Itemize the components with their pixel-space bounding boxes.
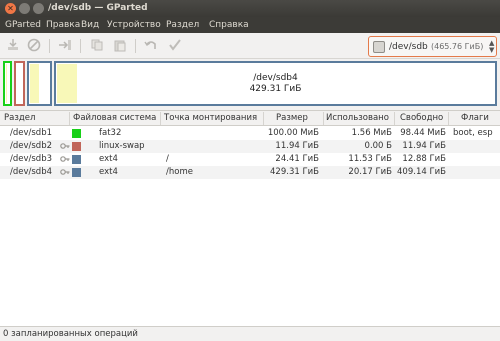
menu-device[interactable]: Устройство: [107, 20, 161, 30]
mountpoint-cell: /: [166, 154, 169, 164]
size-cell: 11.94 ГиБ: [275, 141, 319, 151]
key-lock-icon: [60, 168, 70, 176]
filesystem-cell: ext4: [99, 154, 118, 164]
menu-view[interactable]: Вид: [81, 20, 99, 30]
map-partition-sdb3[interactable]: [27, 61, 52, 106]
column-separator: [394, 112, 395, 125]
maximize-window-button[interactable]: [33, 3, 44, 14]
minimize-window-button[interactable]: [19, 3, 30, 14]
free-cell: 98.44 МиБ: [400, 128, 446, 138]
paste-icon[interactable]: [113, 38, 127, 52]
device-selector[interactable]: /dev/sdb (465.76 ГиБ) ▲ ▼: [368, 36, 497, 57]
filesystem-color-swatch: [72, 155, 81, 164]
partition-cell: /dev/sdb4: [10, 167, 53, 177]
column-header-free[interactable]: Свободно: [400, 113, 443, 123]
close-window-button[interactable]: ✕: [5, 3, 16, 14]
filesystem-cell: linux-swap: [99, 141, 145, 151]
column-separator: [69, 112, 70, 125]
table-row[interactable]: /dev/sdb2 linux-swap 11.94 ГиБ 0.00 Б 11.94 …: [0, 140, 500, 153]
filesystem-cell: fat32: [99, 128, 122, 138]
partition-cell: /dev/sdb1: [10, 128, 53, 138]
key-lock-icon: [60, 142, 70, 150]
mountpoint-cell: /home: [166, 167, 193, 177]
window-title: /dev/sdb — GParted: [48, 3, 148, 13]
undo-icon[interactable]: [144, 38, 158, 52]
used-cell: 1.56 МиБ: [351, 128, 392, 138]
map-used-space: [6, 64, 7, 103]
map-partition-sdb4[interactable]: /dev/sdb4 429.31 ГиБ: [54, 61, 497, 106]
menu-gparted[interactable]: GParted: [5, 20, 41, 30]
free-cell: 12.88 ГиБ: [402, 154, 446, 164]
column-header-size[interactable]: Размер: [276, 113, 308, 123]
free-cell: 409.14 ГиБ: [397, 167, 446, 177]
size-cell: 100.00 МиБ: [267, 128, 319, 138]
size-cell: 24.41 ГиБ: [275, 154, 319, 164]
toolbar-separator: [135, 39, 136, 53]
pending-operations-status: 0 запланированных операций: [3, 329, 138, 339]
menu-bar: GParted Правка Вид Устройство Раздел Спр…: [0, 17, 500, 33]
column-separator: [263, 112, 264, 125]
column-separator: [323, 112, 324, 125]
toolbar-separator: [80, 39, 81, 53]
filesystem-cell: ext4: [99, 167, 118, 177]
partition-map: /dev/sdb4 429.31 ГиБ: [3, 61, 497, 106]
filesystem-color-swatch: [72, 129, 81, 138]
device-name: /dev/sdb: [389, 42, 428, 52]
map-partition-size: 429.31 ГиБ: [249, 84, 302, 94]
filesystem-color-swatch: [72, 168, 81, 177]
table-row[interactable]: /dev/sdb1 fat32 100.00 МиБ 1.56 МиБ 98.44 Ми…: [0, 127, 500, 140]
map-partition-sdb1[interactable]: [3, 61, 12, 106]
harddisk-icon: [373, 41, 385, 53]
free-cell: 11.94 ГиБ: [402, 141, 446, 151]
table-header: Раздел Файловая система Точка монтирован…: [0, 111, 500, 126]
menu-help[interactable]: Справка: [209, 20, 249, 30]
table-row[interactable]: /dev/sdb4 ext4/home 429.31 ГиБ 20.17 ГиБ 409…: [0, 166, 500, 179]
column-header-flags[interactable]: Флаги: [461, 113, 489, 123]
partition-cell: /dev/sdb2: [10, 141, 53, 151]
used-cell: 20.17 ГиБ: [348, 167, 392, 177]
filesystem-color-swatch: [72, 142, 81, 151]
key-lock-icon: [60, 155, 70, 163]
column-separator: [160, 112, 161, 125]
menu-edit[interactable]: Правка: [46, 20, 80, 30]
partition-table: Раздел Файловая система Точка монтирован…: [0, 110, 500, 326]
title-bar: ✕ /dev/sdb — GParted: [0, 0, 500, 17]
copy-icon[interactable]: [90, 38, 104, 52]
column-header-used[interactable]: Использовано: [326, 113, 389, 123]
map-partition-name: /dev/sdb4: [253, 73, 298, 83]
size-cell: 429.31 ГиБ: [270, 167, 319, 177]
used-cell: 11.53 ГиБ: [348, 154, 392, 164]
partition-cell: /dev/sdb3: [10, 154, 53, 164]
used-cell: 0.00 Б: [364, 141, 392, 151]
table-row[interactable]: /dev/sdb3 ext4 / 24.41 ГиБ 11.53 ГиБ 12.88 Ги…: [0, 153, 500, 166]
column-separator: [448, 112, 449, 125]
column-header-partition[interactable]: Раздел: [4, 113, 35, 123]
column-header-filesystem[interactable]: Файловая система: [73, 113, 156, 123]
map-used-space: [30, 64, 39, 103]
delete-partition-icon[interactable]: [27, 38, 41, 52]
apply-icon[interactable]: [168, 38, 182, 52]
device-size: (465.76 ГиБ): [431, 42, 484, 51]
status-bar: 0 запланированных операций: [0, 326, 500, 341]
updown-arrow-icon: ▲ ▼: [489, 39, 495, 54]
toolbar-separator: [49, 39, 50, 53]
flags-cell: boot, esp: [453, 128, 493, 138]
resize-move-icon[interactable]: [58, 38, 72, 52]
menu-partition[interactable]: Раздел: [166, 20, 199, 30]
map-partition-sdb2[interactable]: [14, 61, 25, 106]
column-header-mountpoint[interactable]: Точка монтирования: [164, 113, 257, 123]
new-partition-icon[interactable]: [6, 38, 20, 52]
